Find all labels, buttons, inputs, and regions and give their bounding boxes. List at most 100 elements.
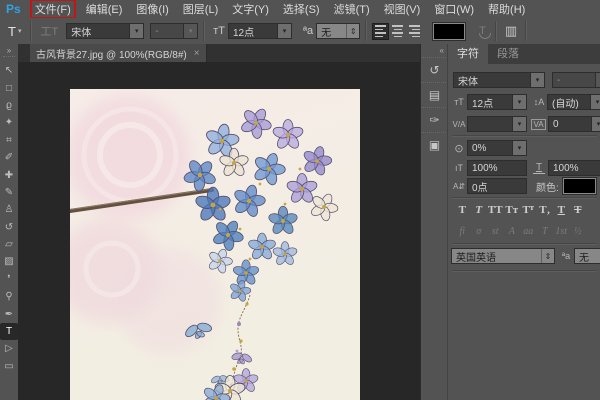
menu-edit[interactable]: 编辑(E) bbox=[82, 0, 127, 18]
font-size-select[interactable]: 12点 ▾ bbox=[227, 23, 292, 39]
stepper-icon[interactable]: ⇕ bbox=[346, 24, 359, 38]
discretionary-ligatures-button[interactable]: st bbox=[487, 224, 504, 238]
tool-preset-picker[interactable]: T ▾ bbox=[0, 24, 25, 39]
history-brush-tool[interactable]: ↺ bbox=[0, 219, 18, 236]
stylistic-alternates-button[interactable]: aa bbox=[520, 224, 537, 238]
swash-button[interactable]: A bbox=[504, 224, 521, 238]
horizontal-scale-value: 100% bbox=[553, 162, 579, 174]
menu-image[interactable]: 图像(I) bbox=[132, 0, 172, 18]
canvas-area[interactable] bbox=[18, 62, 420, 400]
all-caps-button[interactable]: TT bbox=[487, 202, 504, 218]
panel-font-size-select[interactable]: 12点 ▾ bbox=[467, 94, 527, 110]
type-tool[interactable]: T bbox=[0, 322, 18, 341]
strikethrough-button[interactable]: T bbox=[570, 202, 587, 218]
warp-text-icon[interactable]: T bbox=[475, 25, 492, 39]
stepper-icon[interactable]: ⇕ bbox=[541, 249, 554, 263]
chevron-down-icon[interactable]: ▾ bbox=[591, 117, 600, 131]
superscript-button[interactable]: Tᵀ bbox=[520, 202, 537, 218]
faux-bold-button[interactable]: T bbox=[454, 202, 471, 218]
titling-alternates-button[interactable]: T bbox=[537, 224, 554, 238]
character-color-swatch[interactable] bbox=[561, 177, 597, 195]
clone-source-panel-icon[interactable]: ▣ bbox=[421, 132, 448, 157]
baseline-color-row: A⇵ 0点 颜色: bbox=[451, 177, 597, 195]
swatches-panel-icon[interactable]: ▤ bbox=[421, 82, 448, 107]
panel-font-family-select[interactable]: 宋体 ▾ bbox=[453, 72, 545, 88]
chevron-down-icon[interactable]: ▾ bbox=[512, 141, 526, 155]
pen-tool[interactable]: ✒ bbox=[0, 305, 18, 322]
gradient-tool[interactable]: ▨ bbox=[0, 253, 18, 270]
chevron-down-icon[interactable]: ▾ bbox=[512, 117, 526, 131]
document-image[interactable] bbox=[70, 89, 360, 400]
rectangular-marquee-tool[interactable]: □ bbox=[0, 79, 18, 96]
menu-window[interactable]: 窗口(W) bbox=[430, 0, 478, 18]
proportional-spacing-icon: ⊙ bbox=[454, 142, 464, 155]
path-selection-tool[interactable]: ▷ bbox=[0, 340, 18, 357]
eraser-tool[interactable]: ▱ bbox=[0, 236, 18, 253]
divider bbox=[452, 197, 597, 199]
font-family-select[interactable]: 宋体 ▾ bbox=[66, 23, 145, 39]
menu-type[interactable]: 文字(Y) bbox=[228, 0, 273, 18]
panel-font-style-value: - bbox=[557, 74, 561, 86]
collapse-toolbar-icon[interactable]: » bbox=[7, 44, 11, 56]
document-tab[interactable]: 古风背景27.jpg @ 100%(RGB/8#) × bbox=[30, 44, 207, 62]
chevron-down-icon[interactable]: ▾ bbox=[276, 24, 291, 38]
quick-selection-tool[interactable]: ✦ bbox=[0, 114, 18, 131]
eyedropper-tool[interactable]: ✐ bbox=[0, 149, 18, 166]
menu-select[interactable]: 选择(S) bbox=[279, 0, 324, 18]
menu-filter[interactable]: 滤镜(T) bbox=[330, 0, 374, 18]
panel-font-style-select[interactable]: - ▾ bbox=[552, 72, 600, 88]
subscript-button[interactable]: T‚ bbox=[537, 202, 554, 218]
ordinals-button[interactable]: 1st bbox=[553, 224, 570, 238]
chevron-down-icon[interactable]: ▾ bbox=[512, 95, 526, 109]
brush-glyph: ✑ bbox=[429, 113, 440, 127]
proportional-spacing-select[interactable]: 0% ▾ bbox=[467, 140, 527, 156]
tracking-select[interactable]: 0 ▾ bbox=[548, 116, 600, 132]
history-panel-icon[interactable]: ↺ bbox=[421, 57, 448, 82]
underline-button[interactable]: T bbox=[553, 202, 570, 218]
document-title: 古风背景27.jpg @ 100%(RGB/8#) bbox=[36, 49, 187, 61]
grip-handle[interactable] bbox=[3, 56, 15, 59]
tab-paragraph[interactable]: 段落 bbox=[488, 44, 528, 64]
menu-help[interactable]: 帮助(H) bbox=[484, 0, 529, 18]
ligatures-button[interactable]: fi bbox=[454, 224, 471, 238]
chevron-down-icon[interactable]: ▾ bbox=[530, 73, 544, 87]
chevron-down-icon[interactable]: ▾ bbox=[129, 24, 144, 38]
brush-panel-icon[interactable]: ✑ bbox=[421, 107, 448, 132]
align-left-button[interactable] bbox=[372, 22, 390, 40]
lasso-tool[interactable]: ϱ bbox=[0, 97, 18, 114]
proportional-spacing-value: 0% bbox=[472, 142, 487, 154]
small-caps-button[interactable]: Tᴛ bbox=[504, 202, 521, 218]
fractions-button[interactable]: ½ bbox=[570, 224, 587, 238]
blur-tool[interactable]: ❜ bbox=[0, 271, 18, 288]
font-style-select[interactable]: - ▾ bbox=[150, 23, 199, 39]
contextual-alternates-button[interactable]: σ bbox=[471, 224, 488, 238]
text-color-swatch[interactable] bbox=[432, 21, 467, 41]
move-tool[interactable]: ↖ bbox=[0, 62, 18, 79]
menu-file[interactable]: 文件(F) bbox=[29, 0, 76, 19]
menu-view[interactable]: 视图(V) bbox=[380, 0, 425, 18]
shape-tool[interactable]: ▭ bbox=[0, 358, 18, 375]
vertical-scale-input[interactable]: 100% bbox=[467, 160, 527, 176]
dodge-tool[interactable]: ⚲ bbox=[0, 288, 18, 305]
align-center-button[interactable] bbox=[389, 23, 406, 40]
menu-layer[interactable]: 图层(L) bbox=[179, 0, 222, 18]
horizontal-scale-input[interactable]: 100% bbox=[548, 160, 600, 176]
anti-alias-select[interactable]: 无 ⇕ bbox=[316, 23, 361, 39]
text-orientation-icon[interactable]: 工T bbox=[37, 23, 61, 39]
toggle-panels-icon[interactable]: ▥ bbox=[502, 23, 520, 39]
leading-select[interactable]: (自动) ▾ bbox=[547, 94, 600, 110]
faux-italic-button[interactable]: T bbox=[471, 202, 488, 218]
tab-character[interactable]: 字符 bbox=[448, 44, 488, 64]
panel-anti-alias-select[interactable]: 无 ⇕ bbox=[574, 248, 600, 264]
crop-tool[interactable]: ⌗ bbox=[0, 132, 18, 149]
align-right-button[interactable] bbox=[406, 23, 423, 40]
language-select[interactable]: 英国英语 ⇕ bbox=[451, 248, 555, 264]
baseline-shift-input[interactable]: 0点 bbox=[467, 178, 527, 194]
kerning-select[interactable]: ▾ bbox=[467, 116, 527, 132]
chevron-down-icon[interactable]: ▾ bbox=[590, 95, 600, 109]
clone-stamp-tool[interactable]: ♙ bbox=[0, 201, 18, 218]
brush-tool[interactable]: ✎ bbox=[0, 184, 18, 201]
close-icon[interactable]: × bbox=[194, 48, 200, 59]
anti-alias-value: 无 bbox=[321, 27, 332, 39]
healing-brush-tool[interactable]: ✚ bbox=[0, 166, 18, 183]
